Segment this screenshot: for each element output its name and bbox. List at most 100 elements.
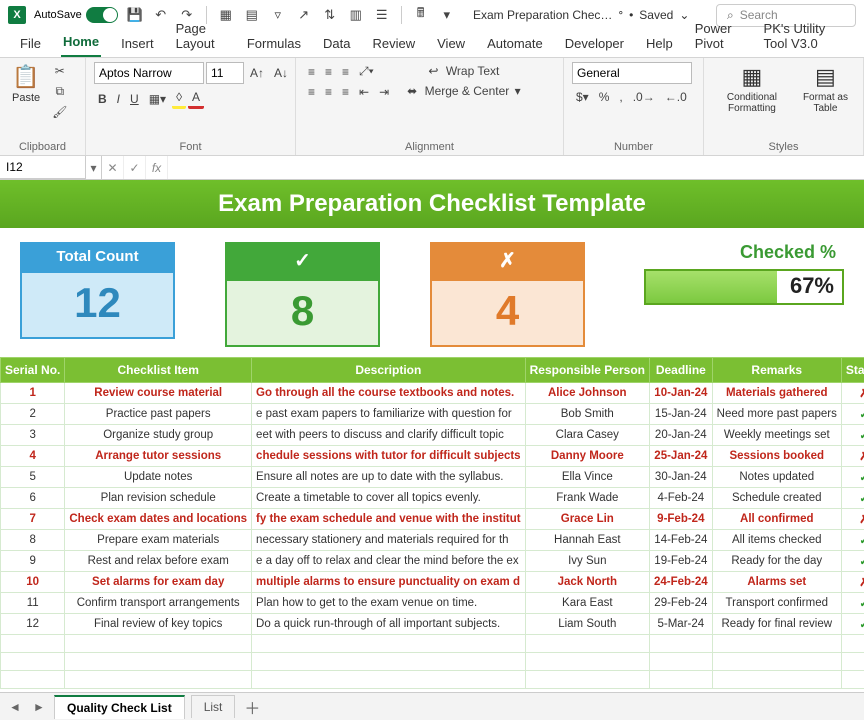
cell[interactable]: 9-Feb-24 [649, 509, 712, 530]
qat-pivot-icon[interactable]: ▤ [243, 6, 261, 24]
cell[interactable]: Plan revision schedule [65, 488, 252, 509]
bold-button[interactable]: B [94, 90, 111, 108]
tab-developer[interactable]: Developer [563, 32, 626, 57]
col-header[interactable]: Deadline [649, 358, 712, 383]
format-painter-icon[interactable]: 🖌 [48, 103, 71, 121]
cell[interactable]: Ella Vince [525, 467, 649, 488]
status-cell[interactable]: ✗ [841, 446, 864, 467]
col-header[interactable]: Serial No. [1, 358, 65, 383]
comma-icon[interactable]: , [615, 88, 626, 106]
cell[interactable]: eet with peers to discuss and clarify di… [252, 425, 526, 446]
chevron-down-icon[interactable]: ⌄ [679, 8, 689, 22]
tab-page-layout[interactable]: Page Layout [174, 17, 227, 57]
qat-filter-icon[interactable]: ▿ [269, 6, 287, 24]
paste-button[interactable]: 📋 Paste [8, 62, 44, 106]
cell[interactable]: Create a timetable to cover all topics e… [252, 488, 526, 509]
underline-button[interactable]: U [126, 90, 143, 108]
cancel-formula-icon[interactable]: ✕ [102, 156, 124, 179]
fill-color-icon[interactable]: ◊ [172, 88, 186, 109]
align-center-icon[interactable]: ≡ [321, 83, 336, 101]
orientation-icon[interactable]: ⤢▾ [355, 62, 378, 81]
document-title[interactable]: Exam Preparation Chec… ᐤ • Saved ⌄ [473, 8, 689, 22]
status-cell[interactable]: ✓ [841, 551, 864, 572]
decrease-font-icon[interactable]: A↓ [270, 64, 292, 82]
table-row[interactable]: 12Final review of key topicsDo a quick r… [1, 614, 864, 635]
prev-sheet-icon[interactable]: ◄ [6, 700, 24, 714]
cell[interactable]: Review course material [65, 383, 252, 404]
percent-icon[interactable]: % [595, 88, 614, 106]
add-sheet-icon[interactable]: ＋ [241, 695, 263, 719]
cell[interactable]: 3 [1, 425, 65, 446]
cell[interactable]: Ready for the day [712, 551, 841, 572]
cell[interactable]: Final review of key topics [65, 614, 252, 635]
cell[interactable]: 11 [1, 593, 65, 614]
tab-file[interactable]: File [18, 32, 43, 57]
status-cell[interactable]: ✓ [841, 530, 864, 551]
cell[interactable]: Rest and relax before exam [65, 551, 252, 572]
tab-review[interactable]: Review [371, 32, 418, 57]
undo-icon[interactable]: ↶ [152, 6, 170, 24]
cell[interactable]: Ready for final review [712, 614, 841, 635]
cell[interactable]: Arrange tutor sessions [65, 446, 252, 467]
table-row[interactable]: 9Rest and relax before exame a day off t… [1, 551, 864, 572]
status-cell[interactable]: ✓ [841, 614, 864, 635]
cell[interactable]: Bob Smith [525, 404, 649, 425]
cell[interactable]: chedule sessions with tutor for difficul… [252, 446, 526, 467]
table-row[interactable]: 3Organize study groupeet with peers to d… [1, 425, 864, 446]
cell[interactable]: 4-Feb-24 [649, 488, 712, 509]
table-row[interactable]: 11Confirm transport arrangementsPlan how… [1, 593, 864, 614]
cell[interactable]: Practice past papers [65, 404, 252, 425]
cell[interactable]: 14-Feb-24 [649, 530, 712, 551]
tab-view[interactable]: View [435, 32, 467, 57]
cell[interactable]: e a day off to relax and clear the mind … [252, 551, 526, 572]
sheet-tab-active[interactable]: Quality Check List [54, 695, 185, 719]
qat-share-icon[interactable]: ↗ [295, 6, 313, 24]
cell[interactable]: Danny Moore [525, 446, 649, 467]
format-as-table-button[interactable]: ▤ Format as Table [796, 62, 855, 116]
col-header[interactable]: Status [841, 358, 864, 383]
cell[interactable]: Plan how to get to the exam venue on tim… [252, 593, 526, 614]
cell[interactable]: necessary stationery and materials requi… [252, 530, 526, 551]
borders-icon[interactable]: ▦▾ [145, 90, 170, 108]
tab-help[interactable]: Help [644, 32, 675, 57]
name-box[interactable]: I12 [0, 156, 86, 179]
tab-automate[interactable]: Automate [485, 32, 545, 57]
cell[interactable]: Liam South [525, 614, 649, 635]
qat-list-icon[interactable]: ☰ [373, 6, 391, 24]
empty-row[interactable] [1, 671, 864, 689]
table-row[interactable]: 7Check exam dates and locationsfy the ex… [1, 509, 864, 530]
cut-icon[interactable]: ✂ [48, 62, 71, 80]
cell[interactable]: Alice Johnson [525, 383, 649, 404]
cell[interactable]: 1 [1, 383, 65, 404]
col-header[interactable]: Remarks [712, 358, 841, 383]
cell[interactable]: 10 [1, 572, 65, 593]
cell[interactable]: 25-Jan-24 [649, 446, 712, 467]
cell[interactable]: 2 [1, 404, 65, 425]
tab-data[interactable]: Data [321, 32, 352, 57]
align-left-icon[interactable]: ≡ [304, 83, 319, 101]
status-cell[interactable]: ✓ [841, 467, 864, 488]
cell[interactable]: 19-Feb-24 [649, 551, 712, 572]
worksheet[interactable]: Exam Preparation Checklist Template Tota… [0, 180, 864, 690]
next-sheet-icon[interactable]: ► [30, 700, 48, 714]
cell[interactable]: 5 [1, 467, 65, 488]
cell[interactable]: Set alarms for exam day [65, 572, 252, 593]
table-row[interactable]: 8Prepare exam materialsnecessary station… [1, 530, 864, 551]
cell[interactable]: 9 [1, 551, 65, 572]
cell[interactable]: Ivy Sun [525, 551, 649, 572]
font-size-select[interactable] [206, 62, 244, 84]
cell[interactable]: Frank Wade [525, 488, 649, 509]
cell[interactable]: 29-Feb-24 [649, 593, 712, 614]
empty-row[interactable] [1, 653, 864, 671]
status-cell[interactable]: ✗ [841, 383, 864, 404]
conditional-formatting-button[interactable]: ▦ Conditional Formatting [712, 62, 792, 116]
cell[interactable]: 6 [1, 488, 65, 509]
tab-insert[interactable]: Insert [119, 32, 156, 57]
toggle-switch[interactable] [86, 7, 118, 23]
cell[interactable]: Materials gathered [712, 383, 841, 404]
number-format-select[interactable] [572, 62, 692, 84]
cell[interactable]: 20-Jan-24 [649, 425, 712, 446]
cell[interactable]: Ensure all notes are up to date with the… [252, 467, 526, 488]
enter-formula-icon[interactable]: ✓ [124, 156, 146, 179]
italic-button[interactable]: I [113, 90, 124, 108]
